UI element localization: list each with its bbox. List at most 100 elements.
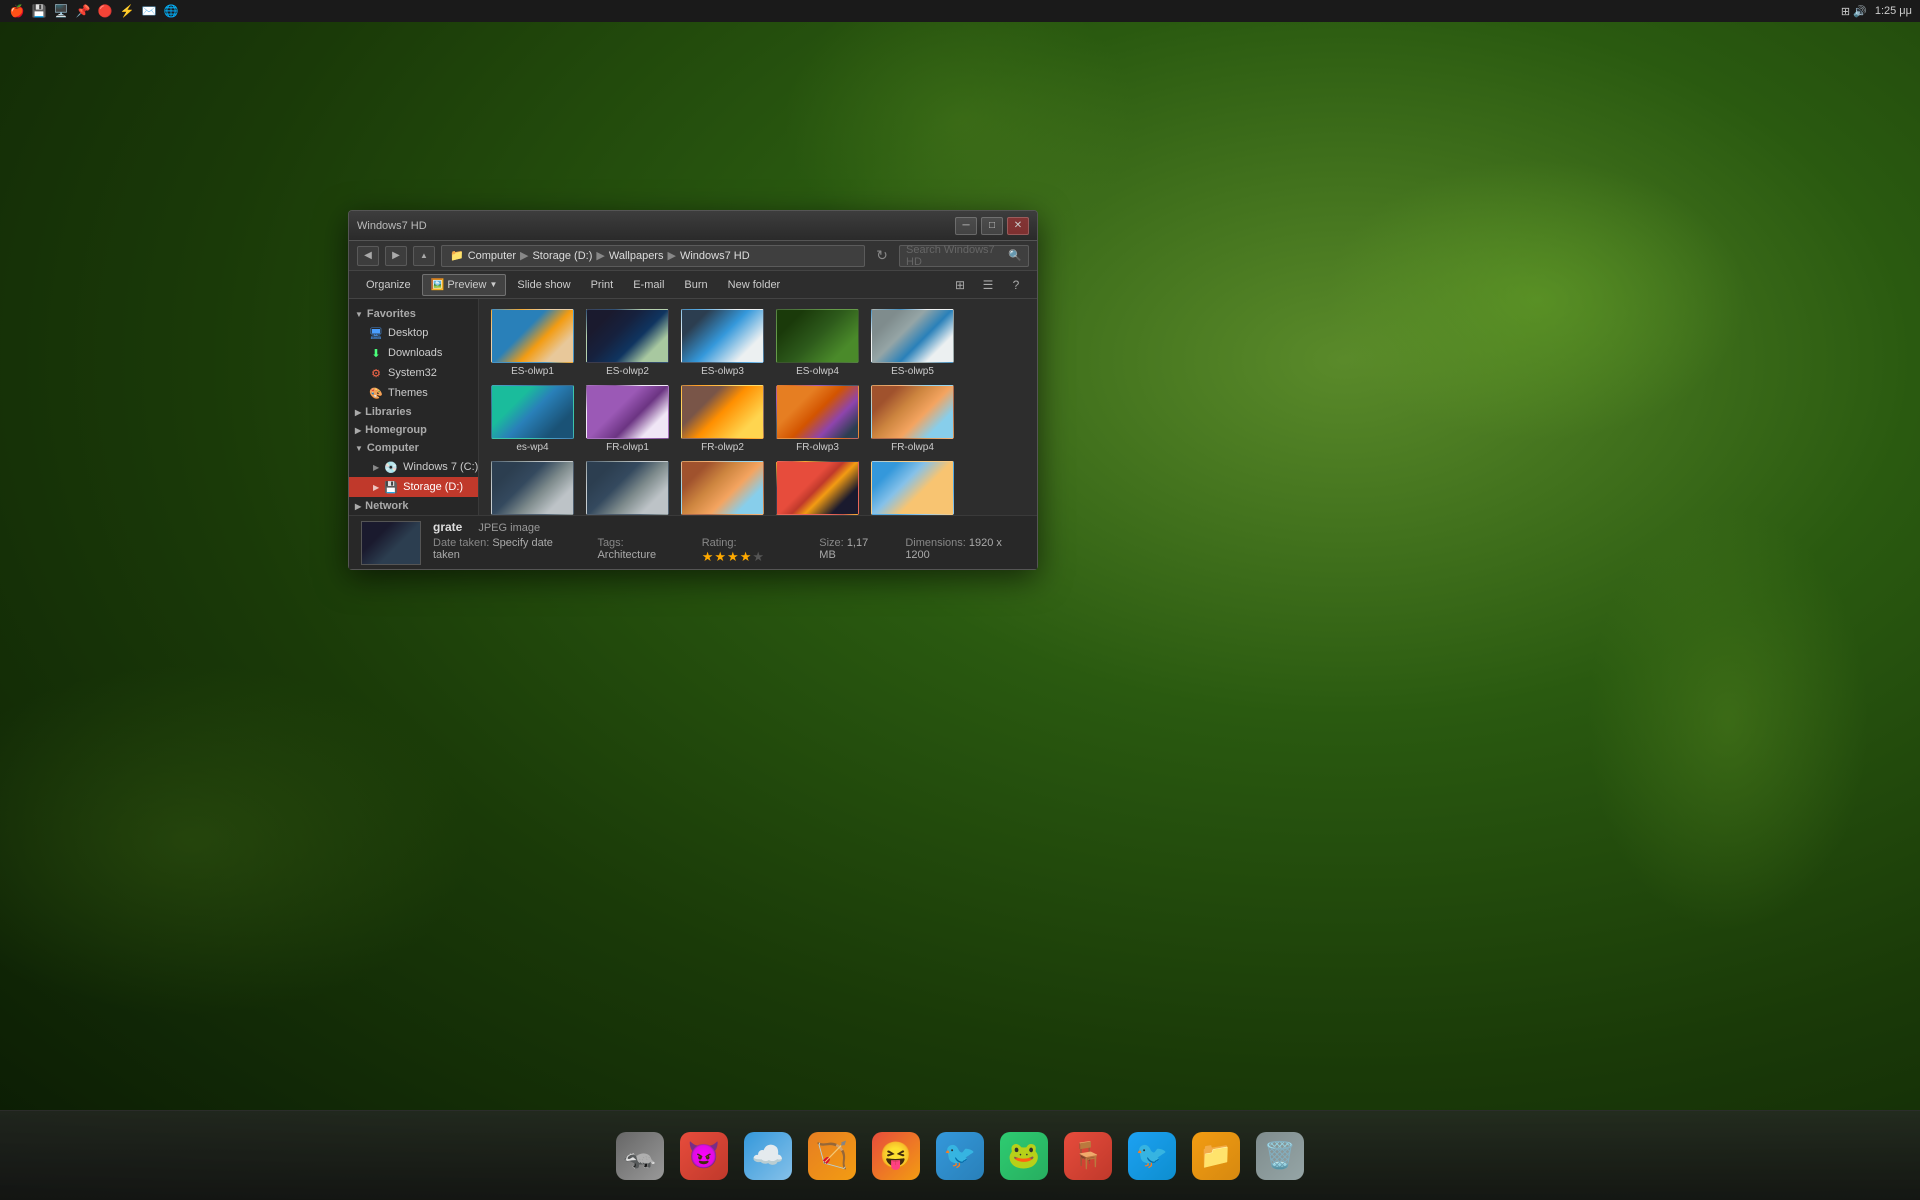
dock-item-folder[interactable]: 📁: [1188, 1128, 1244, 1184]
taskbar-icon-5[interactable]: ⚡: [118, 2, 136, 20]
taskbar-icon-7[interactable]: 🌐: [162, 2, 180, 20]
network-section[interactable]: ▶ Network: [349, 497, 478, 515]
thumbnail-item-fr-olwp4[interactable]: FR-olwp4: [865, 381, 960, 457]
apple-menu-icon[interactable]: 🍎: [8, 2, 26, 20]
taskbar-icon-3[interactable]: 📌: [74, 2, 92, 20]
preview-arrow: ▼: [489, 280, 497, 289]
thumb-label-es-wp4: es-wp4: [489, 442, 576, 453]
sidebar-item-storaged[interactable]: ▶ 💾 Storage (D:): [349, 477, 478, 497]
downloads-icon: ⬇: [369, 346, 383, 360]
taskbar-icon-4[interactable]: 🔴: [96, 2, 114, 20]
sidebar-item-windows7c[interactable]: ▶ 💿 Windows 7 (C:): [349, 457, 478, 477]
windows7c-arrow: ▶: [373, 463, 379, 472]
status-preview-image: [361, 521, 421, 565]
thumbnail-item-fr-olwp3[interactable]: FR-olwp3: [770, 381, 865, 457]
dock-item-face[interactable]: 😝: [868, 1128, 924, 1184]
search-box[interactable]: Search Windows7 HD 🔍: [899, 245, 1029, 267]
frog-icon: 🐸: [1000, 1132, 1048, 1180]
themes-label: Themes: [388, 387, 428, 399]
storage-icon: 💾: [384, 480, 398, 494]
thumbnail-item-fr-olwp1[interactable]: FR-olwp1: [580, 381, 675, 457]
thumbnail-item-es-olwp3[interactable]: ES-olwp3: [675, 305, 770, 381]
favorites-section[interactable]: ▼ Favorites: [349, 305, 478, 323]
tags-label: Tags:: [597, 537, 623, 549]
themes-icon: 🎨: [369, 386, 383, 400]
explorer-window: Windows7 HD ─ □ ✕ ◀ ▶ ▲ 📁 Computer ▶ Sto…: [348, 210, 1038, 570]
thumbnail-item-es-olwp4[interactable]: ES-olwp4: [770, 305, 865, 381]
size-meta: Size: 1,17 MB: [819, 537, 885, 565]
thumb-image-fr-olwp5: [491, 461, 574, 515]
taskbar-right: ⊞ 🔊 1:25 μμ: [1841, 5, 1912, 18]
thumbnail-item-fr-wp3[interactable]: fr-wp3: [865, 457, 960, 515]
view-icon-button[interactable]: ⊞: [947, 274, 973, 296]
new-folder-button[interactable]: New folder: [719, 274, 790, 296]
sidebar-item-downloads[interactable]: ⬇ Downloads: [349, 343, 478, 363]
dock-item-twitter[interactable]: 🐦: [1124, 1128, 1180, 1184]
help-icon-button[interactable]: ?: [1003, 274, 1029, 296]
path-sep-1: ▶: [520, 249, 528, 262]
dock-item-bird[interactable]: 🐦: [932, 1128, 988, 1184]
thumbnail-item-fr-olwp6[interactable]: FR-olwp6: [580, 457, 675, 515]
computer-section[interactable]: ▼ Computer: [349, 439, 478, 457]
dock-item-arrow[interactable]: 🏹: [804, 1128, 860, 1184]
desktop-icon: 🖥: [369, 326, 383, 340]
computer-arrow: ▼: [355, 444, 363, 453]
homegroup-arrow: ▶: [355, 426, 361, 435]
taskbar-time: 1:25 μμ: [1875, 5, 1912, 17]
dock-item-frog[interactable]: 🐸: [996, 1128, 1052, 1184]
thumbnail-item-es-olwp1[interactable]: ES-olwp1: [485, 305, 580, 381]
path-sep-3: ▶: [667, 249, 675, 262]
window-body: ▼ Favorites 🖥 Desktop ⬇ Downloads ⚙ Syst…: [349, 299, 1037, 515]
top-taskbar: 🍎 💾 🖥️ 📌 🔴 ⚡ ✉️ 🌐 ⊞ 🔊 1:25 μμ: [0, 0, 1920, 22]
thumbnail-item-fr-olwp2[interactable]: FR-olwp2: [675, 381, 770, 457]
thumb-image-fr-wp1: [681, 461, 764, 515]
minimize-button[interactable]: ─: [955, 217, 977, 235]
dock-item-trash[interactable]: 🗑️: [1252, 1128, 1308, 1184]
preview-button[interactable]: 🖼️ Preview ▼: [422, 274, 507, 296]
toolbar-right: ⊞ ☰ ?: [947, 274, 1029, 296]
homegroup-section[interactable]: ▶ Homegroup: [349, 421, 478, 439]
search-placeholder: Search Windows7 HD: [906, 244, 1004, 268]
details-icon-button[interactable]: ☰: [975, 274, 1001, 296]
address-path[interactable]: 📁 Computer ▶ Storage (D:) ▶ Wallpapers ▶…: [441, 245, 865, 267]
slideshow-button[interactable]: Slide show: [508, 274, 579, 296]
refresh-button[interactable]: ↻: [871, 245, 893, 267]
face-icon: 😝: [872, 1132, 920, 1180]
taskbar-icon-2[interactable]: 🖥️: [52, 2, 70, 20]
thumbnail-item-es-olwp2[interactable]: ES-olwp2: [580, 305, 675, 381]
sidebar-item-themes[interactable]: 🎨 Themes: [349, 383, 478, 403]
address-bar: ◀ ▶ ▲ 📁 Computer ▶ Storage (D:) ▶ Wallpa…: [349, 241, 1037, 271]
maximize-button[interactable]: □: [981, 217, 1003, 235]
dock-item-cloud[interactable]: ☁️: [740, 1128, 796, 1184]
sidebar-item-desktop[interactable]: 🖥 Desktop: [349, 323, 478, 343]
print-button[interactable]: Print: [582, 274, 623, 296]
dock-item-monster[interactable]: 😈: [676, 1128, 732, 1184]
close-button[interactable]: ✕: [1007, 217, 1029, 235]
sidebar-item-system32[interactable]: ⚙ System32: [349, 363, 478, 383]
forward-button[interactable]: ▶: [385, 246, 407, 266]
taskbar-icon-1[interactable]: 💾: [30, 2, 48, 20]
dock-item-badger[interactable]: 🦡: [612, 1128, 668, 1184]
favorites-label: Favorites: [367, 308, 416, 320]
thumbnail-item-es-wp4[interactable]: es-wp4: [485, 381, 580, 457]
thumbnail-item-fr-wp1[interactable]: fr-wp1: [675, 457, 770, 515]
thumbnail-item-fr-olwp5[interactable]: FR-olwp5: [485, 457, 580, 515]
thumbnail-grid: ES-olwp1 ES-olwp2 ES-olwp3ES-olwp4ES-olwp5…: [479, 299, 1037, 515]
up-button[interactable]: ▲: [413, 246, 435, 266]
bottom-dock: 🦡 😈 ☁️ 🏹 😝 🐦 🐸 🪑 🐦 📁 🗑️: [0, 1110, 1920, 1200]
email-button[interactable]: E-mail: [624, 274, 673, 296]
taskbar-left: 🍎 💾 🖥️ 📌 🔴 ⚡ ✉️ 🌐: [8, 2, 180, 20]
path-wallpapers: Wallpapers: [609, 250, 664, 262]
dock-item-chair[interactable]: 🪑: [1060, 1128, 1116, 1184]
thumbnail-item-fr-wp2[interactable]: fr-wp2: [770, 457, 865, 515]
favorites-arrow: ▼: [355, 310, 363, 319]
thumb-label-es-olwp2: ES-olwp2: [584, 366, 671, 377]
burn-button[interactable]: Burn: [675, 274, 716, 296]
thumbnail-item-es-olwp5[interactable]: ES-olwp5: [865, 305, 960, 381]
thumb-image-fr-olwp1: [586, 385, 669, 439]
taskbar-icon-6[interactable]: ✉️: [140, 2, 158, 20]
thumb-image-fr-wp3: [871, 461, 954, 515]
back-button[interactable]: ◀: [357, 246, 379, 266]
libraries-section[interactable]: ▶ Libraries: [349, 403, 478, 421]
organize-button[interactable]: Organize: [357, 274, 420, 296]
